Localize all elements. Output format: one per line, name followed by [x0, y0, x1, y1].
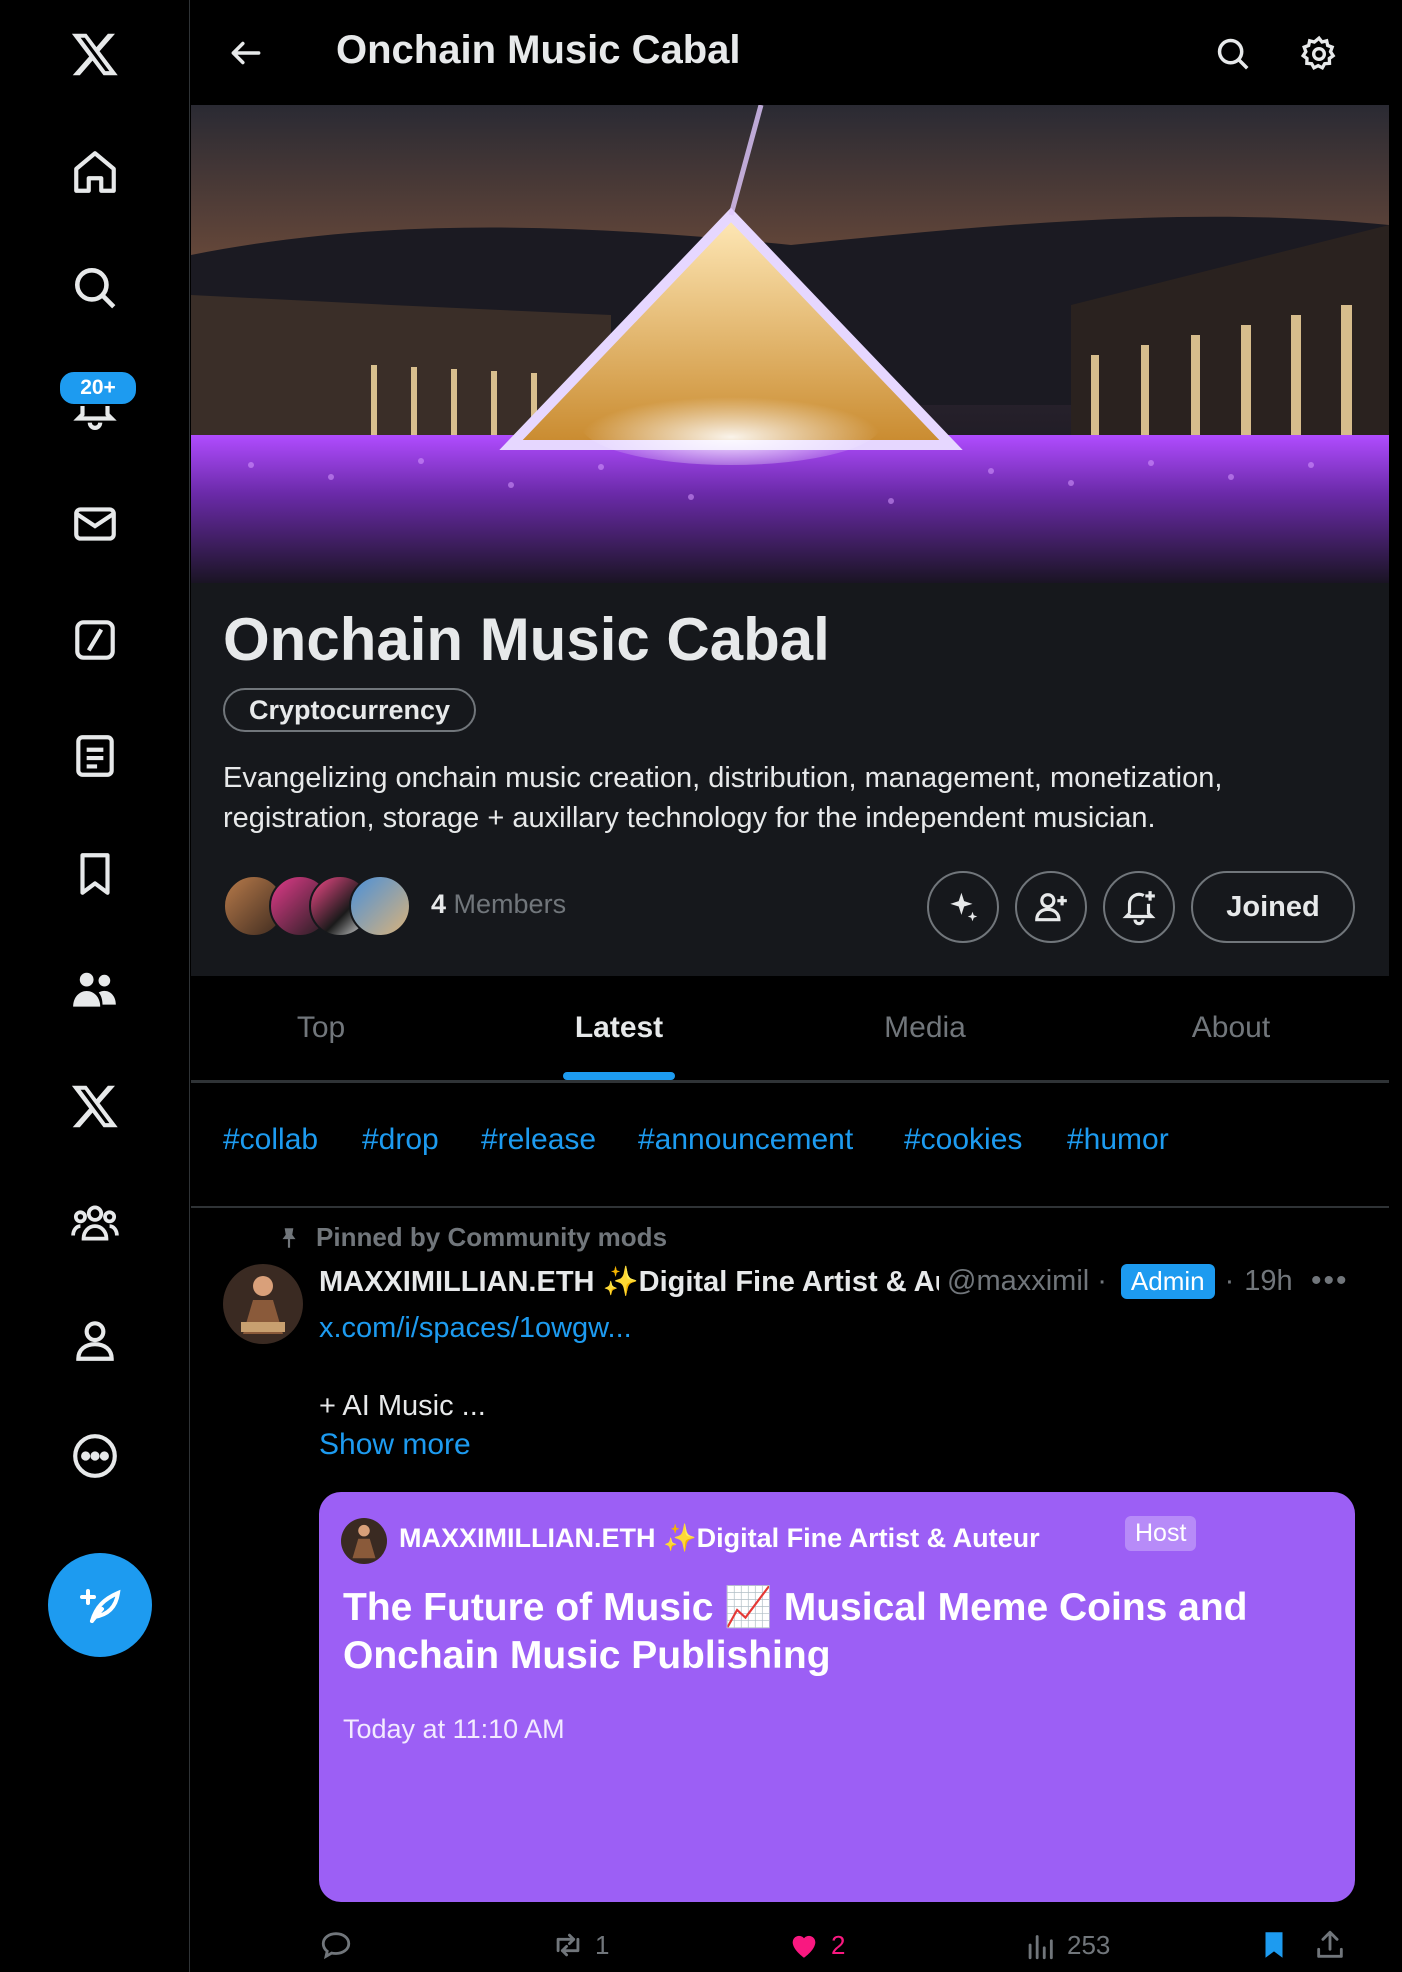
view-count: 253 [1067, 1929, 1111, 1960]
bookmark-icon [1265, 1932, 1283, 1958]
search-icon [1217, 38, 1249, 70]
category-chip[interactable]: Cryptocurrency [223, 688, 477, 732]
active-tab-indicator [563, 1072, 675, 1080]
post-time[interactable]: 19h [1244, 1265, 1292, 1298]
invite-member-button[interactable] [1015, 871, 1087, 943]
back-button[interactable] [221, 28, 271, 78]
back-arrow-icon [231, 41, 261, 65]
tab-media[interactable]: Media [795, 976, 1055, 1080]
avatar [341, 1518, 387, 1564]
member-count[interactable]: 4 Members [431, 889, 566, 920]
pin-icon [282, 1227, 296, 1248]
community-title: Onchain Music Cabal [223, 606, 830, 673]
community-tabs: Top Latest Media About [191, 976, 1389, 1083]
repost-count: 1 [595, 1929, 610, 1960]
bookmark-button[interactable] [1257, 1928, 1291, 1962]
repost-icon [556, 1933, 580, 1957]
like-button[interactable]: 2 [787, 1928, 845, 1962]
premium-icon[interactable] [61, 1072, 129, 1140]
more-options-button[interactable]: ••• [1311, 1264, 1349, 1298]
compose-post-button[interactable] [48, 1553, 152, 1657]
reply-button[interactable] [319, 1928, 363, 1962]
community-banner-image [191, 105, 1389, 583]
settings-button[interactable] [1295, 30, 1343, 78]
bookmarks-icon[interactable] [61, 840, 129, 908]
post-header: MAXXIMILLIAN.ETH ✨Digital Fine Artist & … [319, 1264, 1293, 1299]
hashtag-chip[interactable]: #collab [223, 1123, 318, 1157]
home-icon[interactable] [61, 138, 129, 206]
grok-icon[interactable] [61, 606, 129, 674]
reply-icon [321, 1932, 351, 1960]
tab-latest[interactable]: Latest [489, 976, 749, 1080]
profile-icon[interactable] [61, 1306, 129, 1374]
share-icon [1317, 1930, 1343, 1958]
pinned-label: Pinned by Community mods [316, 1222, 668, 1252]
main-column: Onchain Music Cabal Onchain Music Cabal … [191, 0, 1389, 1972]
tab-top[interactable]: Top [191, 976, 451, 1080]
verified-orgs-icon[interactable] [61, 1188, 129, 1256]
hashtag-chip[interactable]: #release [481, 1123, 596, 1157]
avatar[interactable] [223, 1264, 303, 1344]
page-title: Onchain Music Cabal [336, 28, 741, 72]
pinned-label-row: Pinned by Community mods [276, 1222, 667, 1253]
author-handle[interactable]: @maxximil [947, 1265, 1089, 1298]
role-badge: Admin [1120, 1264, 1215, 1299]
author-name[interactable]: MAXXIMILLIAN.ETH ✨Digital Fine Artist & … [319, 1265, 939, 1299]
lists-icon[interactable] [61, 722, 129, 790]
hashtag-chip[interactable]: #cookies [904, 1123, 1022, 1157]
community-header: Onchain Music Cabal Cryptocurrency Evang… [191, 583, 1389, 976]
space-title: The Future of Music 📈 Musical Meme Coins… [343, 1586, 1248, 1677]
like-count: 2 [831, 1929, 846, 1960]
sidebar-nav: 20+ [0, 0, 190, 1972]
bell-plus-icon [1122, 891, 1156, 926]
heart-icon [792, 1935, 816, 1958]
hashtag-chip[interactable]: #humor [1067, 1123, 1169, 1157]
notify-button[interactable] [1103, 871, 1175, 943]
post-link[interactable]: x.com/i/spaces/1owgw... [319, 1312, 632, 1345]
views-button[interactable]: 253 [1023, 1928, 1110, 1962]
x-logo-icon[interactable] [61, 20, 129, 88]
explore-ai-button[interactable] [927, 871, 999, 943]
separator: · [1224, 1265, 1235, 1297]
add-user-icon [1035, 893, 1067, 922]
space-card[interactable]: MAXXIMILLIAN.ETH ✨Digital Fine Artist & … [319, 1492, 1355, 1902]
search-button[interactable] [1209, 30, 1257, 78]
repost-button[interactable]: 1 [551, 1928, 609, 1962]
member-avatars[interactable] [223, 875, 413, 937]
hashtag-chip[interactable]: #drop [362, 1123, 439, 1157]
community-description: Evangelizing onchain music creation, dis… [223, 762, 1223, 834]
tab-about[interactable]: About [1101, 976, 1361, 1080]
share-button[interactable] [1313, 1928, 1347, 1962]
messages-icon[interactable] [61, 490, 129, 558]
gear-icon [1300, 35, 1336, 71]
avatar [349, 875, 411, 937]
notifications-badge: 20+ [58, 370, 138, 406]
space-host-name: MAXXIMILLIAN.ETH ✨Digital Fine Artist & … [399, 1523, 1040, 1553]
more-icon[interactable] [61, 1422, 129, 1490]
hashtag-filters: #collab #drop #release #announcement #co… [191, 1083, 1389, 1208]
search-icon[interactable] [61, 254, 129, 322]
pinned-post[interactable]: Pinned by Community mods MAXXIMILLIAN.ET… [191, 1208, 1389, 1972]
post-text: + AI Music ... [319, 1390, 486, 1422]
sparkle-icon [950, 892, 978, 922]
space-time: Today at 11:10 AM [343, 1714, 565, 1744]
top-bar: Onchain Music Cabal [191, 0, 1389, 105]
joined-button[interactable]: Joined [1191, 871, 1355, 943]
analytics-icon [1028, 1935, 1053, 1960]
communities-icon[interactable] [61, 956, 129, 1024]
hashtag-chip[interactable]: #announcement [638, 1123, 853, 1157]
host-badge: Host [1125, 1516, 1197, 1551]
show-more-link[interactable]: Show more [319, 1428, 471, 1462]
separator: · [1097, 1265, 1107, 1297]
